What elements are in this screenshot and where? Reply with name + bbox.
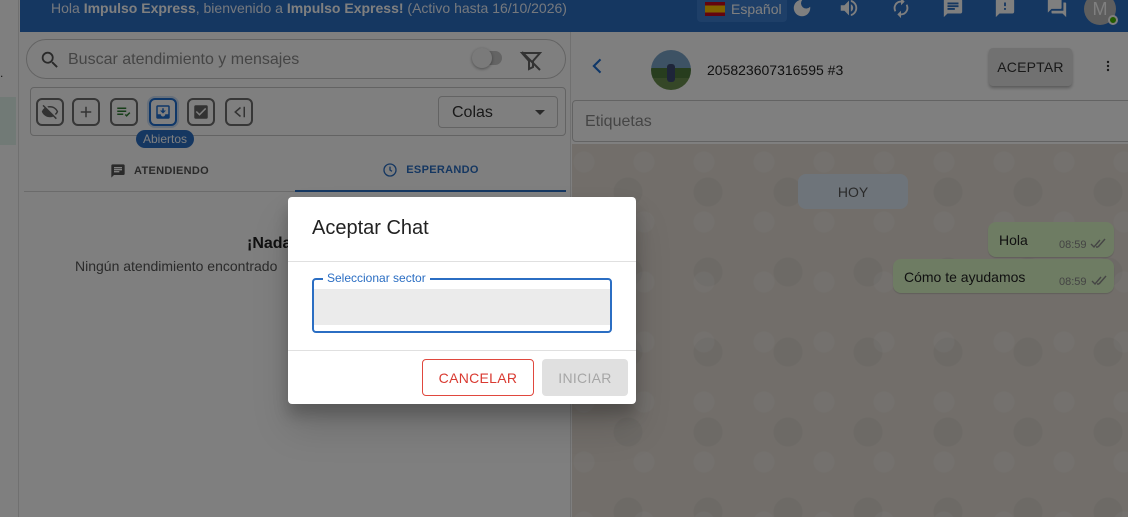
start-button[interactable]: INICIAR <box>542 359 628 396</box>
dialog-divider <box>288 261 636 262</box>
sector-select-value[interactable] <box>314 289 610 325</box>
cancel-button[interactable]: CANCELAR <box>422 359 534 396</box>
sector-select-label: Seleccionar sector <box>323 271 430 285</box>
accept-chat-dialog: Aceptar Chat Seleccionar sector CANCELAR… <box>288 197 636 404</box>
dialog-divider <box>288 350 636 351</box>
sector-select[interactable]: Seleccionar sector <box>312 271 612 333</box>
dialog-title: Aceptar Chat <box>312 217 429 239</box>
